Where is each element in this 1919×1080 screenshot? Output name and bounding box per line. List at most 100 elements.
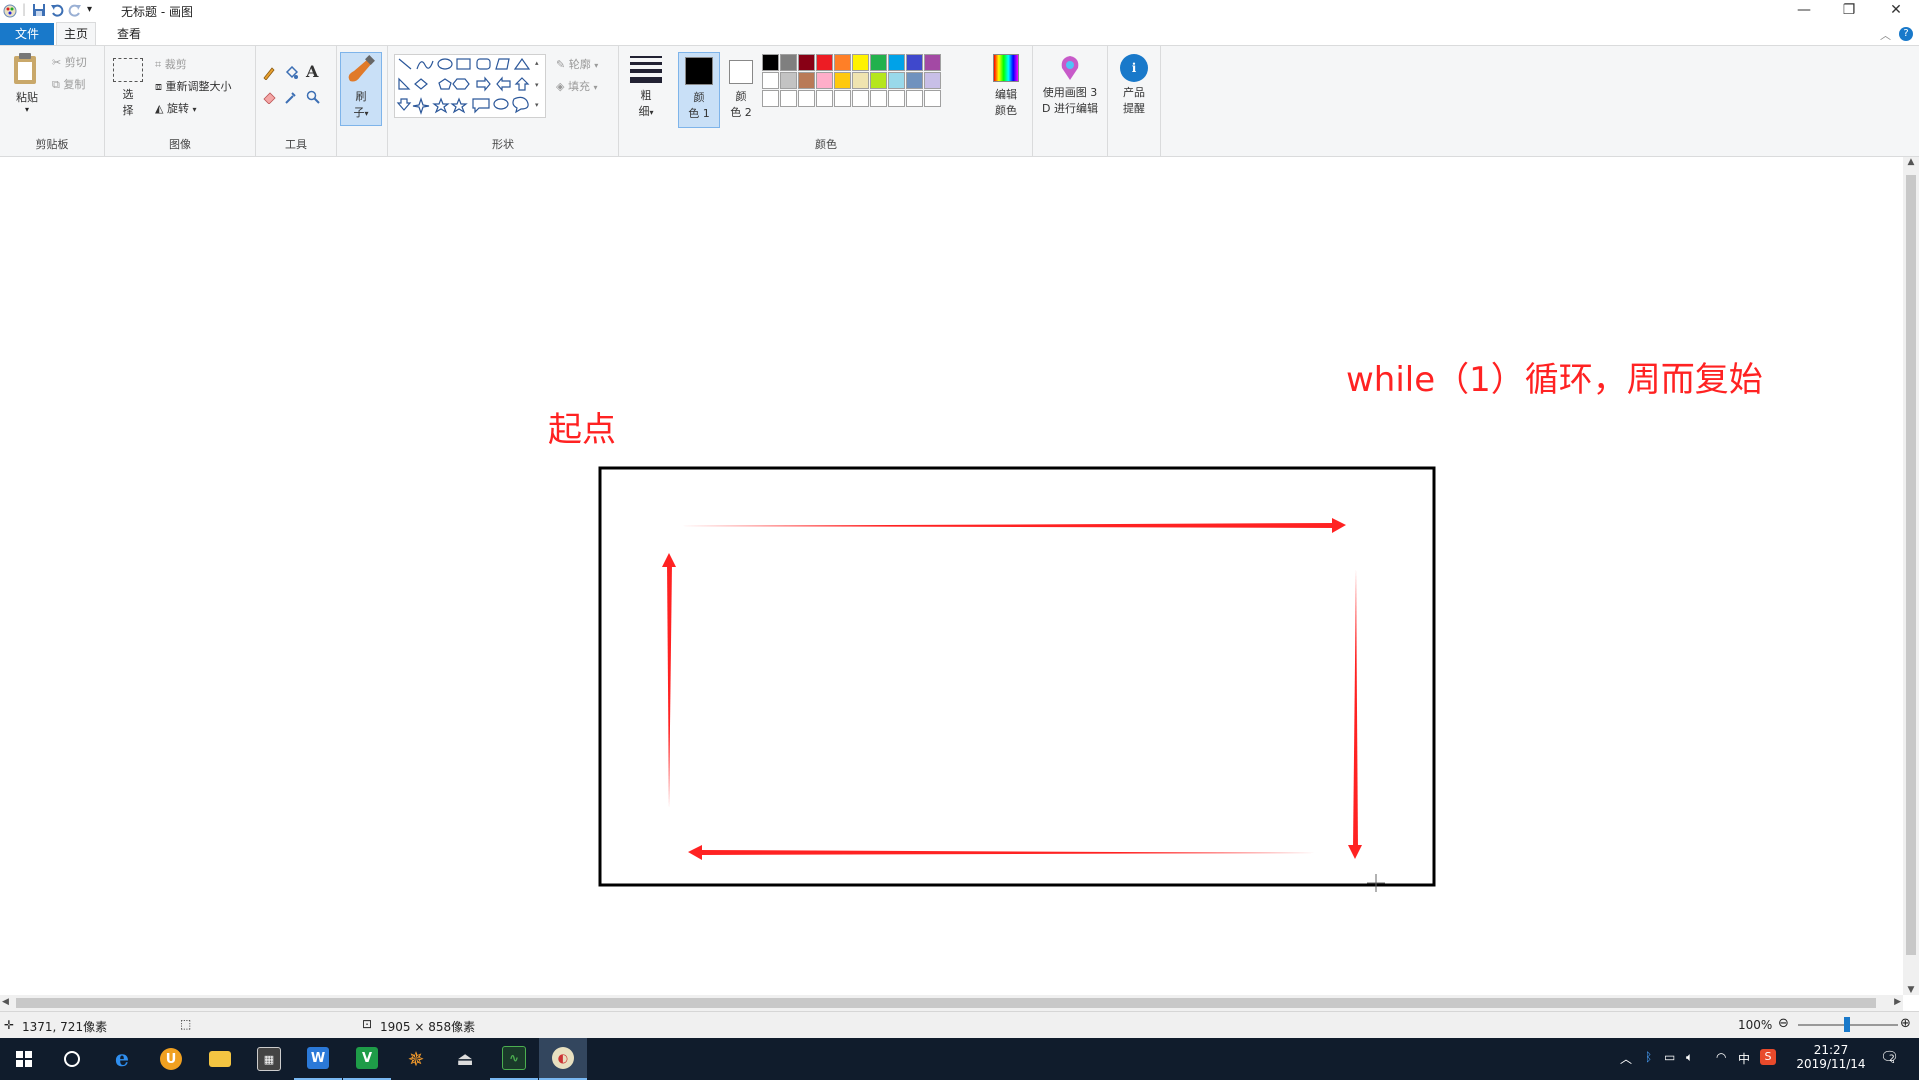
magnifier-icon[interactable] [306, 90, 320, 107]
paint3d-button[interactable]: 使用画图 3 D 进行编辑 [1035, 54, 1105, 116]
palette-swatch[interactable] [780, 72, 797, 89]
printer-app-icon[interactable]: ⏏ [441, 1038, 489, 1080]
edge-icon[interactable]: e [98, 1038, 146, 1080]
palette-swatch[interactable] [816, 72, 833, 89]
palette-swatch[interactable] [906, 54, 923, 71]
color-picker-icon[interactable] [284, 90, 298, 107]
cortana-icon[interactable] [48, 1038, 96, 1080]
palette-swatch[interactable] [924, 54, 941, 71]
paste-dropdown-icon[interactable]: ▾ [10, 105, 44, 114]
wps-writer-icon[interactable]: W [294, 1038, 342, 1080]
minimize-button[interactable]: — [1781, 0, 1827, 23]
text-tool-icon[interactable]: A [306, 62, 318, 81]
bluetooth-icon[interactable]: ᛒ [1645, 1050, 1652, 1064]
close-button[interactable]: ✕ [1873, 0, 1919, 23]
battery-icon[interactable]: ▭ [1664, 1050, 1675, 1064]
crop-button[interactable]: ⌗ 裁剪 [155, 56, 187, 72]
scroll-left-icon[interactable]: ◀ [2, 997, 9, 1007]
palette-swatch[interactable] [888, 72, 905, 89]
palette-swatch[interactable] [834, 72, 851, 89]
drawing-canvas[interactable]: 起点 while（1）循环，周而复始 [4, 161, 1899, 991]
palette-swatch[interactable] [762, 72, 779, 89]
palette-swatch[interactable] [870, 54, 887, 71]
scroll-down-icon[interactable]: ▼ [1903, 985, 1919, 995]
palette-swatch[interactable] [906, 90, 923, 107]
palette-swatch[interactable] [780, 54, 797, 71]
horizontal-scroll-thumb[interactable] [16, 998, 1876, 1008]
explorer-icon[interactable] [196, 1038, 244, 1080]
volume-icon[interactable]: 🔈︎ [1686, 1050, 1693, 1065]
ime-indicator[interactable]: 中 [1738, 1050, 1750, 1067]
redo-icon[interactable] [68, 3, 82, 20]
zoom-slider-thumb[interactable] [1844, 1017, 1850, 1032]
tab-view[interactable]: 查看 [110, 23, 148, 45]
vertical-scroll-thumb[interactable] [1906, 175, 1916, 955]
wifi-icon[interactable]: ◠ [1716, 1050, 1726, 1064]
arrow-up-shaft [667, 563, 672, 808]
tab-file[interactable]: 文件 [0, 23, 54, 45]
palette-swatch[interactable] [888, 54, 905, 71]
zoom-level: 100% [1738, 1018, 1773, 1032]
paint-app-icon[interactable] [2, 3, 18, 22]
palette-swatch[interactable] [816, 90, 833, 107]
palette-swatch[interactable] [762, 54, 779, 71]
palette-swatch[interactable] [780, 90, 797, 107]
tray-expand-icon[interactable]: ︿ [1620, 1050, 1632, 1067]
fill-button[interactable]: ◈ 填充 ▾ [556, 78, 597, 94]
ucbrowser-icon[interactable]: U [147, 1038, 195, 1080]
palette-swatch[interactable] [924, 72, 941, 89]
palette-swatch[interactable] [924, 90, 941, 107]
scroll-right-icon[interactable]: ▶ [1894, 997, 1901, 1007]
restore-button[interactable]: ❐ [1826, 0, 1872, 23]
fill-bucket-icon[interactable] [284, 65, 299, 83]
qat-customize-icon[interactable]: ▾ [87, 4, 92, 15]
zoom-out-icon[interactable]: ⊖ [1778, 1016, 1789, 1031]
palette-swatch[interactable] [852, 54, 869, 71]
sogou-ime-icon[interactable]: S [1760, 1049, 1776, 1065]
clock[interactable]: 21:27 2019/11/14 [1792, 1043, 1870, 1071]
palette-swatch[interactable] [906, 72, 923, 89]
palette-swatch[interactable] [852, 90, 869, 107]
palette-swatch[interactable] [834, 54, 851, 71]
cut-button[interactable]: ✂ 剪切 [52, 54, 87, 70]
palette-swatch[interactable] [852, 72, 869, 89]
collapse-ribbon-icon[interactable]: ︿ [1880, 27, 1891, 43]
zoom-in-icon[interactable]: ⊕ [1900, 1016, 1911, 1031]
eraser-icon[interactable] [262, 90, 276, 107]
undo-icon[interactable] [50, 3, 64, 20]
settings-app-icon[interactable]: ✵ [392, 1038, 440, 1080]
shapes-gallery[interactable]: ▴ ▾ ▾ [394, 54, 546, 118]
save-icon[interactable] [32, 3, 46, 20]
start-icon[interactable] [0, 1038, 48, 1080]
scroll-up-icon[interactable]: ▲ [1903, 157, 1919, 167]
palette-swatch[interactable] [870, 72, 887, 89]
outline-button[interactable]: ✎ 轮廓 ▾ [556, 56, 598, 72]
canvas-workspace[interactable]: 起点 while（1）循环，周而复始 [0, 157, 1903, 995]
brushes-button[interactable]: 刷 子▾ [340, 52, 382, 126]
palette-swatch[interactable] [798, 54, 815, 71]
wps-sheet-icon[interactable]: V [343, 1038, 391, 1080]
paint-icon[interactable]: ◐ [539, 1038, 587, 1080]
copy-button[interactable]: ⧉ 复制 [52, 76, 85, 92]
horizontal-scrollbar[interactable]: ◀ ▶ [0, 995, 1903, 1011]
help-icon[interactable]: ? [1899, 27, 1913, 41]
palette-swatch[interactable] [798, 90, 815, 107]
palette-swatch[interactable] [798, 72, 815, 89]
paste-button[interactable]: 粘贴 ▾ [10, 52, 44, 118]
edit-colors-button[interactable]: 编辑 颜色 [984, 54, 1028, 126]
palette-swatch[interactable] [834, 90, 851, 107]
palette-swatch[interactable] [870, 90, 887, 107]
palette-swatch[interactable] [762, 90, 779, 107]
pencil-icon[interactable] [262, 66, 276, 83]
tab-home[interactable]: 主页 [56, 22, 96, 45]
rotate-button[interactable]: ◭ 旋转 ▾ [155, 100, 196, 116]
task-manager-icon[interactable]: ∿ [490, 1038, 538, 1080]
palette-swatch[interactable] [888, 90, 905, 107]
product-alert-button[interactable]: i 产品 提醒 [1112, 54, 1156, 116]
palette-swatch[interactable] [816, 54, 833, 71]
vertical-scrollbar[interactable]: ▲ ▼ [1903, 157, 1919, 995]
action-center-icon[interactable]: 🗨︎2 [1880, 1048, 1905, 1066]
select-button[interactable]: 选 择 [113, 58, 143, 118]
calculator-icon[interactable]: ▦ [245, 1038, 293, 1080]
resize-button[interactable]: ⧈ 重新调整大小 [155, 78, 232, 94]
